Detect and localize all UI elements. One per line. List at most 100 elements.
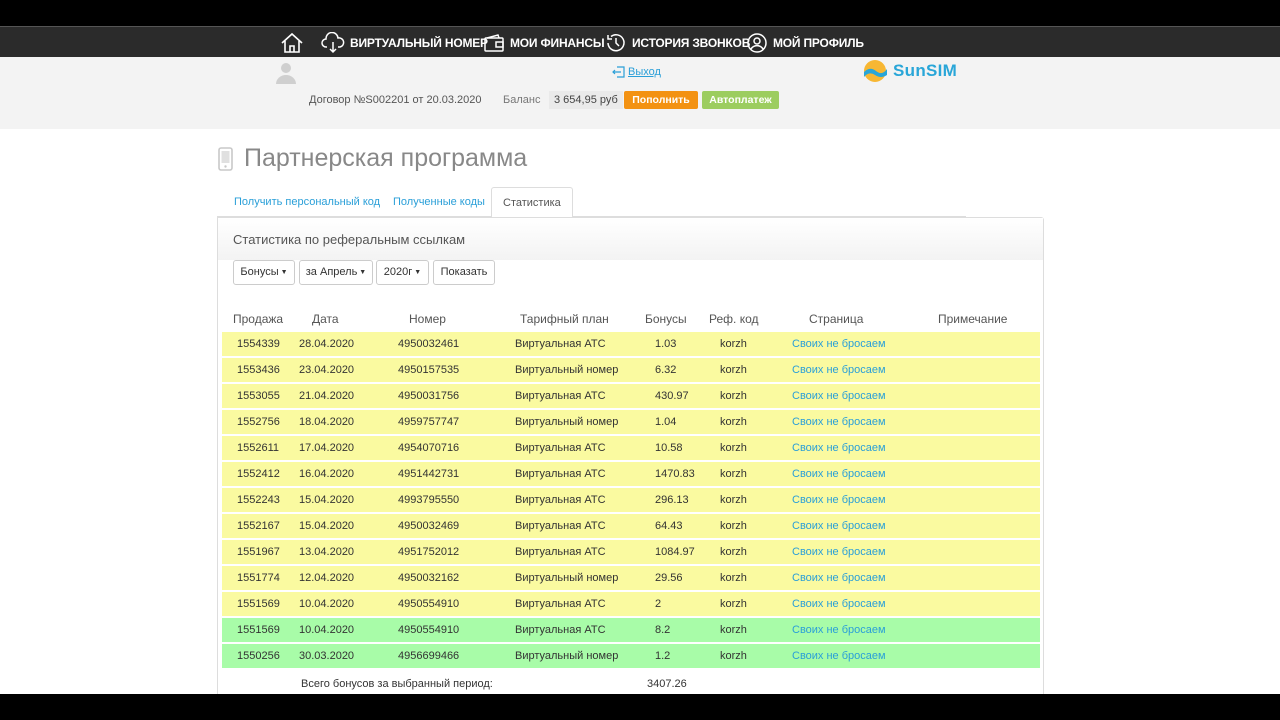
- cell-date: 23.04.2020: [299, 364, 355, 376]
- cell-date: 15.04.2020: [299, 494, 355, 506]
- cell-number: 4950554910: [398, 598, 460, 610]
- cell-sale: 1551569: [237, 624, 280, 636]
- month-dropdown[interactable]: за Апрель ▼: [299, 260, 373, 285]
- table-row: 1552167 15.04.2020 4950032469 Виртуальная А…: [222, 514, 1040, 539]
- page-link[interactable]: Своих не бросаем: [792, 618, 886, 643]
- logo-text: SunSIM: [893, 61, 958, 80]
- page-link[interactable]: Своих не бросаем: [792, 462, 886, 487]
- phone-icon: [218, 146, 233, 171]
- month-dropdown-value: за Апрель: [305, 266, 358, 278]
- page-link[interactable]: Своих не бросаем: [792, 540, 886, 565]
- cell-plan: Виртуальная АТС: [515, 442, 606, 454]
- page-link[interactable]: Своих не бросаем: [792, 566, 886, 591]
- page-link[interactable]: Своих не бросаем: [792, 384, 886, 409]
- page-title: Партнерская программа: [244, 144, 528, 172]
- column-header: Дата: [312, 312, 339, 326]
- column-header: Продажа: [233, 312, 284, 326]
- cell-bonus: 296.13: [655, 494, 689, 506]
- user-icon: [747, 32, 767, 53]
- page-link[interactable]: Своих не бросаем: [792, 358, 886, 383]
- table-row: 1552243 15.04.2020 4993795550 Виртуальная А…: [222, 488, 1040, 513]
- table-row: 1553436 23.04.2020 4950157535 Виртуальный н…: [222, 358, 1040, 383]
- cell-date: 10.04.2020: [299, 624, 355, 636]
- type-dropdown[interactable]: Бонусы ▼: [233, 260, 295, 285]
- cell-number: 4950554910: [398, 624, 460, 636]
- cell-sale: 1552243: [237, 494, 280, 506]
- nav-home[interactable]: [280, 27, 309, 58]
- nav-profile[interactable]: МОЙ ПРОФИЛЬ: [746, 27, 864, 58]
- table-row: 1552756 18.04.2020 4959757747 Виртуальный н…: [222, 410, 1040, 435]
- cell-plan: Виртуальная АТС: [515, 338, 606, 350]
- cell-number: 4993795550: [398, 494, 460, 506]
- nav-virtual-number[interactable]: ВИРТУАЛЬНЫЙ НОМЕР: [321, 27, 488, 58]
- cell-ref: korzh: [720, 364, 747, 376]
- cell-plan: Виртуальная АТС: [515, 546, 606, 558]
- cell-bonus: 29.56: [655, 572, 683, 584]
- page-link[interactable]: Своих не бросаем: [792, 644, 886, 669]
- caret-down-icon: ▼: [414, 269, 422, 276]
- cell-date: 18.04.2020: [299, 416, 355, 428]
- cell-bonus: 1.04: [655, 416, 677, 428]
- page-link[interactable]: Своих не бросаем: [792, 436, 886, 461]
- sun-wave-icon: [864, 60, 887, 82]
- clock-icon: [607, 33, 625, 51]
- cell-number: 4950032162: [398, 572, 460, 584]
- tab-get-code[interactable]: Получить персональный код: [234, 187, 380, 217]
- nav-finances[interactable]: МОИ ФИНАНСЫ: [483, 27, 605, 58]
- nav-call-history[interactable]: ИСТОРИЯ ЗВОНКОВ: [605, 27, 750, 58]
- autopay-button[interactable]: Автоплатеж: [702, 91, 779, 109]
- statistics-panel: Статистика по реферальным ссылкам Бонусы…: [217, 217, 1044, 694]
- column-header: Номер: [409, 312, 446, 326]
- cell-plan: Виртуальная АТС: [515, 598, 606, 610]
- year-dropdown[interactable]: 2020г ▼: [376, 260, 429, 285]
- page-heading: Партнерская программа: [217, 144, 527, 173]
- tab-received-codes[interactable]: Полученные коды: [393, 187, 485, 217]
- topup-button[interactable]: Пополнить: [624, 91, 698, 109]
- cell-bonus: 1470.83: [655, 468, 695, 480]
- cell-bonus: 1.2: [655, 650, 671, 662]
- cell-ref: korzh: [720, 598, 747, 610]
- column-header: Бонусы: [645, 312, 687, 326]
- panel-header: Статистика по реферальным ссылкам: [218, 218, 1043, 260]
- contract-info: Договор №S002201 от 20.03.2020: [309, 94, 482, 106]
- cell-plan: Виртуальная АТС: [515, 468, 606, 480]
- cell-ref: korzh: [720, 572, 747, 584]
- app-screen: ВИРТУАЛЬНЫЙ НОМЕР МОИ ФИНАНСЫ ИСТОРИЯ ЗВ…: [0, 26, 1280, 694]
- column-header: Тарифный план: [520, 312, 609, 326]
- cell-number: 4950157535: [398, 364, 460, 376]
- top-navigation: ВИРТУАЛЬНЫЙ НОМЕР МОИ ФИНАНСЫ ИСТОРИЯ ЗВ…: [0, 26, 1280, 57]
- cell-sale: 1551774: [237, 572, 280, 584]
- page-link[interactable]: Своих не бросаем: [792, 592, 886, 617]
- cell-ref: korzh: [720, 442, 747, 454]
- page-link[interactable]: Своих не бросаем: [792, 332, 886, 357]
- cell-bonus: 8.2: [655, 624, 671, 636]
- cell-bonus: 6.32: [655, 364, 677, 376]
- account-header: Выход SunSIM Договор №S002201 от 20.03.2…: [0, 57, 1280, 129]
- logout-link[interactable]: Выход: [612, 66, 661, 78]
- cell-number: 4951442731: [398, 468, 460, 480]
- nav-label: МОЙ ПРОФИЛЬ: [773, 35, 864, 50]
- page-link[interactable]: Своих не бросаем: [792, 410, 886, 435]
- cell-sale: 1550256: [237, 650, 280, 662]
- cell-ref: korzh: [720, 520, 747, 532]
- cell-plan: Виртуальный номер: [515, 572, 619, 584]
- nav-label: ВИРТУАЛЬНЫЙ НОМЕР: [350, 35, 488, 50]
- table-row: 1552611 17.04.2020 4954070716 Виртуальная А…: [222, 436, 1040, 461]
- total-label: Всего бонусов за выбранный период:: [301, 678, 493, 690]
- table-row: 1551569 10.04.2020 4950554910 Виртуальная А…: [222, 592, 1040, 617]
- cell-bonus: 10.58: [655, 442, 683, 454]
- sunsim-logo[interactable]: SunSIM: [862, 59, 957, 83]
- logout-label: Выход: [628, 66, 661, 78]
- cell-date: 12.04.2020: [299, 572, 355, 584]
- show-button[interactable]: Показать: [433, 260, 495, 285]
- cell-sale: 1553436: [237, 364, 280, 376]
- page-link[interactable]: Своих не бросаем: [792, 488, 886, 513]
- tab-statistics[interactable]: Статистика: [491, 187, 573, 218]
- table-row: 1550256 30.03.2020 4956699466 Виртуальный н…: [222, 644, 1040, 669]
- cell-ref: korzh: [720, 338, 747, 350]
- cell-plan: Виртуальная АТС: [515, 494, 606, 506]
- cell-bonus: 2: [655, 598, 662, 610]
- page-link[interactable]: Своих не бросаем: [792, 514, 886, 539]
- table-row: 1551774 12.04.2020 4950032162 Виртуальный н…: [222, 566, 1040, 591]
- cell-number: 4950031756: [398, 390, 460, 402]
